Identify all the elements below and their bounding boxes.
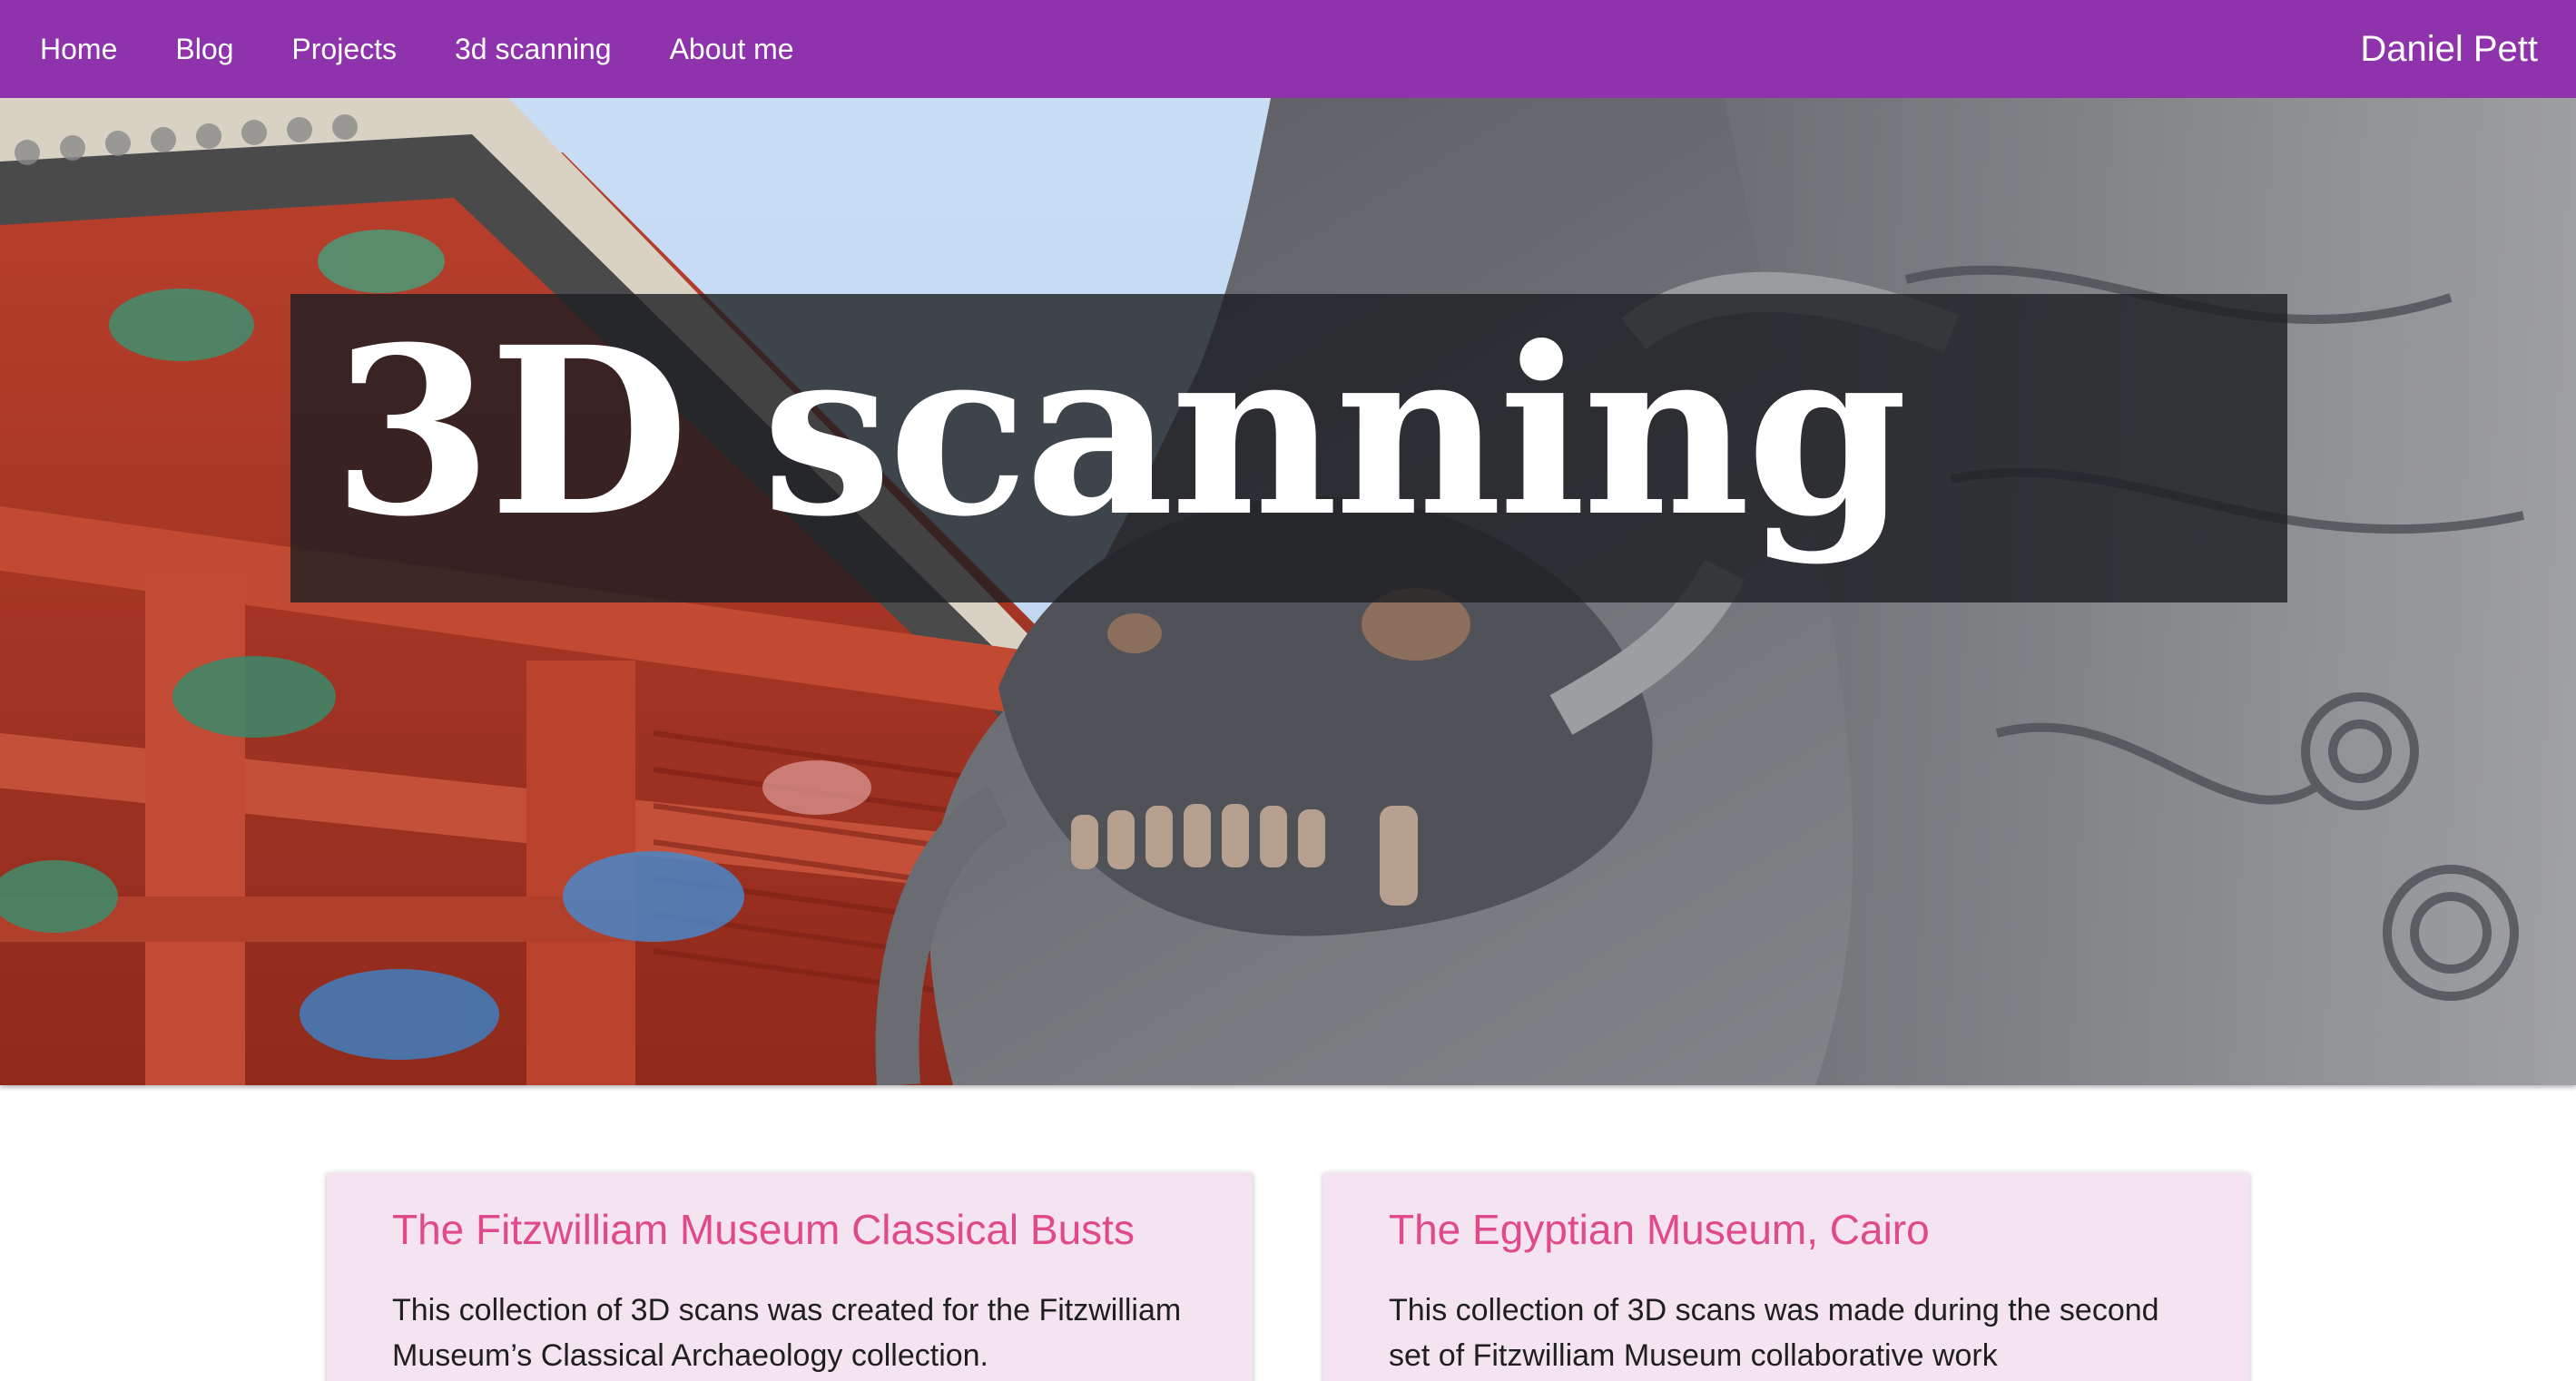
card-title-link[interactable]: The Egyptian Museum, Cairo bbox=[1389, 1205, 2184, 1255]
top-navbar: Home Blog Projects 3d scanning About me … bbox=[0, 0, 2576, 98]
nav-link-home[interactable]: Home bbox=[40, 34, 117, 64]
nav-link-blog[interactable]: Blog bbox=[175, 34, 233, 64]
card-title-link[interactable]: The Fitzwilliam Museum Classical Busts bbox=[392, 1205, 1187, 1255]
hero-title-box: 3D scanning bbox=[290, 294, 2287, 602]
nav-link-projects[interactable]: Projects bbox=[291, 34, 397, 64]
site-brand-link[interactable]: Daniel Pett bbox=[2360, 29, 2538, 70]
nav-link-about-me[interactable]: About me bbox=[670, 34, 794, 64]
card-egyptian-museum: The Egyptian Museum, Cairo This collecti… bbox=[1323, 1172, 2249, 1381]
card-description: This collection of 3D scans was created … bbox=[392, 1293, 1182, 1374]
card-fitzwilliam: The Fitzwilliam Museum Classical Busts T… bbox=[327, 1172, 1253, 1381]
nav-link-3d-scanning[interactable]: 3d scanning bbox=[455, 34, 612, 64]
card-description: This collection of 3D scans was made dur… bbox=[1389, 1293, 2159, 1374]
page-title: 3D scanning bbox=[332, 297, 1908, 567]
hero-banner: 3D scanning bbox=[0, 98, 2576, 1085]
collection-cards: The Fitzwilliam Museum Classical Busts T… bbox=[327, 1172, 2251, 1381]
nav-links: Home Blog Projects 3d scanning About me bbox=[40, 34, 852, 64]
